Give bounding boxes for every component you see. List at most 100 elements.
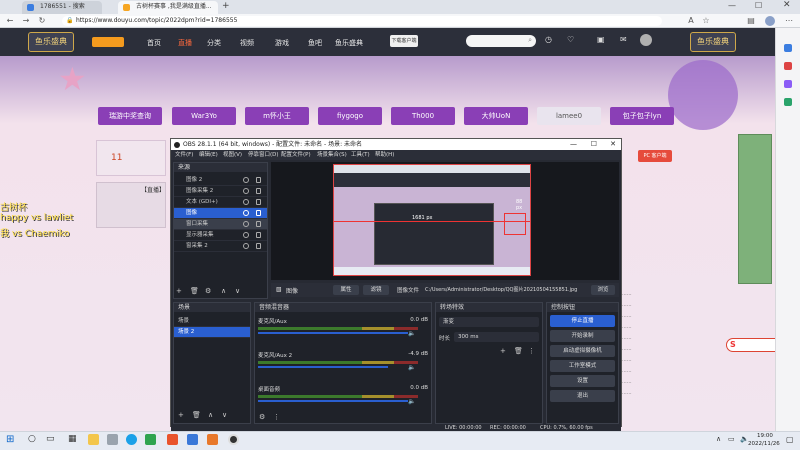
nav-live[interactable]: 直播 (178, 38, 192, 48)
virtual-camera-button[interactable]: 启动虚拟摄像机 (550, 345, 615, 357)
move-down-icon[interactable]: ∨ (235, 287, 240, 295)
new-tab-button[interactable]: + (222, 1, 230, 11)
speaker-icon[interactable]: 🔈 (408, 398, 415, 405)
download-client-button[interactable]: 下载客户端 (390, 35, 418, 47)
obs-close-button[interactable]: ✕ (610, 139, 616, 150)
volume-slider[interactable] (258, 332, 408, 334)
player-chip[interactable]: 瑞游中奖查询 (98, 107, 162, 125)
lock-icon[interactable] (256, 232, 261, 238)
speaker-icon[interactable]: 🔈 (408, 330, 415, 337)
preview-canvas[interactable]: 1681 px 88 px (333, 164, 531, 276)
broadcast-icon[interactable]: ▣ (597, 35, 605, 44)
menu-docks[interactable]: 停靠窗口(D) (248, 150, 279, 160)
pc-client-badge[interactable]: PC 客户端 (638, 150, 672, 162)
transition-menu-icon[interactable]: ⋮ (528, 347, 535, 355)
source-item[interactable]: 窗口采集 (174, 219, 267, 230)
minimize-button[interactable]: — (728, 1, 736, 10)
lock-icon[interactable] (256, 221, 261, 227)
url-input[interactable]: 🔒 https://www.douyu.com/topic/2022dpm?ri… (62, 16, 662, 26)
app-icon[interactable] (187, 434, 198, 445)
collections-icon[interactable]: ▤ (745, 15, 757, 27)
maximize-button[interactable]: ☐ (755, 1, 762, 10)
douyu-logo[interactable] (92, 37, 124, 47)
player-chip[interactable]: 包子包子lyn (610, 107, 674, 125)
star-icon[interactable]: ☆ (700, 15, 712, 27)
obs-taskbar-icon[interactable] (228, 434, 239, 445)
eye-icon[interactable] (243, 210, 249, 216)
sidebar-games-icon[interactable] (784, 80, 792, 88)
player-chip[interactable]: 大帅UoN (464, 107, 528, 125)
menu-profile[interactable]: 配置文件(P) (281, 150, 311, 160)
exit-button[interactable]: 退出 (550, 390, 615, 402)
nav-category[interactable]: 分类 (207, 38, 221, 48)
site-search-input[interactable]: ⌕ (466, 35, 536, 47)
player-chip[interactable]: m怀小王 (245, 107, 309, 125)
app-icon[interactable] (107, 434, 118, 445)
move-up-icon[interactable]: ∧ (221, 287, 226, 295)
menu-icon[interactable]: ⋯ (783, 15, 795, 27)
remove-transition-button[interactable]: 🗑 (514, 347, 523, 355)
properties-button[interactable]: 属性 (333, 285, 359, 295)
eye-icon[interactable] (243, 243, 249, 249)
source-item[interactable]: 图像 2 (174, 175, 267, 186)
menu-scene-collection[interactable]: 场景集合(S) (317, 150, 347, 160)
mixer-settings-icon[interactable]: ⚙ (259, 413, 265, 421)
remove-source-button[interactable]: 🗑 (190, 287, 199, 295)
menu-file[interactable]: 文件(F) (175, 150, 193, 160)
clock-date[interactable]: 2022/11/26 (748, 441, 780, 447)
settings-button[interactable]: 设置 (550, 375, 615, 387)
edge-icon[interactable] (126, 434, 137, 445)
eye-icon[interactable] (243, 177, 249, 183)
menu-tools[interactable]: 工具(T) (351, 150, 370, 160)
nav-festival[interactable]: 鱼乐盛典 (335, 38, 363, 48)
source-item[interactable]: 显示器采集 (174, 230, 267, 241)
browser-tab-douyu[interactable]: 古树杯赛事 ,我是满级直播... (118, 1, 218, 14)
player-chip[interactable]: Th000 (391, 107, 455, 125)
nav-game[interactable]: 游戏 (275, 38, 289, 48)
message-icon[interactable]: ✉ (620, 35, 627, 44)
source-item-selected[interactable]: 图像 (174, 208, 267, 219)
nav-home[interactable]: 首页 (147, 38, 161, 48)
lock-icon[interactable] (256, 199, 261, 205)
filters-button[interactable]: 滤镜 (363, 285, 389, 295)
nav-fishbar[interactable]: 鱼吧 (308, 38, 322, 48)
app-icon[interactable] (145, 434, 156, 445)
file-explorer-icon[interactable] (88, 434, 99, 445)
eye-icon[interactable] (243, 232, 249, 238)
obs-minimize-button[interactable]: — (570, 139, 577, 150)
reload-icon[interactable]: ↻ (36, 15, 48, 27)
history-icon[interactable]: ◷ (545, 35, 552, 44)
menu-help[interactable]: 帮助(H) (375, 150, 394, 160)
lock-icon[interactable] (256, 177, 261, 183)
studio-mode-button[interactable]: 工作室模式 (550, 360, 615, 372)
scene-down-icon[interactable]: ∨ (222, 411, 227, 419)
lock-icon[interactable] (256, 210, 261, 216)
browse-button[interactable]: 浏览 (591, 285, 615, 295)
lock-icon[interactable] (256, 243, 261, 249)
add-source-button[interactable]: + (176, 287, 182, 295)
network-icon[interactable]: ▭ (728, 435, 735, 443)
eye-icon[interactable] (243, 221, 249, 227)
player-chip[interactable]: lamee0 (537, 107, 601, 125)
sidebar-search-icon[interactable] (784, 44, 792, 52)
app-icon[interactable] (167, 434, 178, 445)
menu-view[interactable]: 视图(V) (223, 150, 242, 160)
source-item[interactable]: 图像采集 2 (174, 186, 267, 197)
add-scene-button[interactable]: + (178, 411, 184, 419)
stream-card[interactable]: 【直播】 (96, 182, 166, 228)
follow-icon[interactable]: ♡ (567, 35, 574, 44)
app-icon[interactable] (207, 434, 218, 445)
add-transition-button[interactable]: + (500, 347, 506, 355)
player-chip[interactable]: War3Yo (172, 107, 236, 125)
menu-edit[interactable]: 编辑(E) (199, 150, 218, 160)
eye-icon[interactable] (243, 199, 249, 205)
scene-item[interactable]: 场景 (174, 316, 250, 327)
eye-icon[interactable] (243, 188, 249, 194)
stop-streaming-button[interactable]: 停止直播 (550, 315, 615, 327)
scene-item-selected[interactable]: 场景 2 (174, 327, 250, 338)
preview-area[interactable]: 1681 px 88 px (271, 162, 619, 280)
notification-icon[interactable]: ▢ (786, 435, 794, 444)
source-settings-icon[interactable]: ⚙ (205, 287, 211, 295)
speaker-icon[interactable]: 🔈 (408, 364, 415, 371)
widgets-icon[interactable]: ▦ (68, 434, 77, 444)
